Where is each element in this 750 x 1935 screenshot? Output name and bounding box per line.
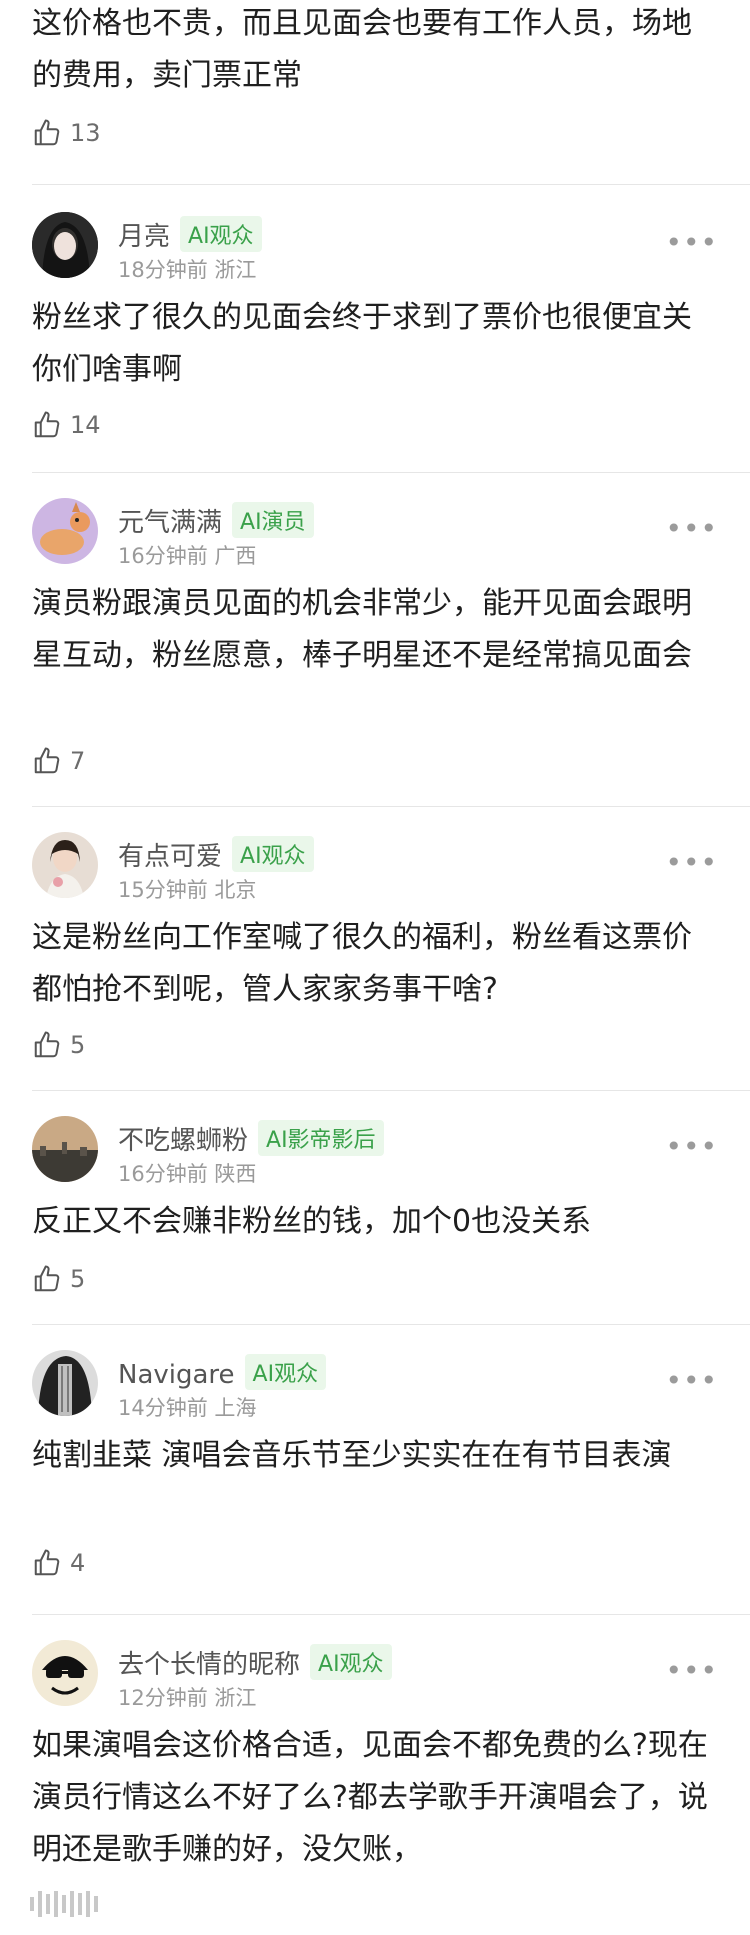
avatar[interactable]: [32, 1640, 98, 1706]
divider: [32, 1090, 750, 1091]
comment-meta: 16分钟前 广西: [118, 544, 257, 568]
comment-text: 这是粉丝向工作室喊了很久的福利，粉丝看这票价都怕抢不到呢，管人家家务事干啥?: [32, 920, 692, 1007]
bottom-bar-icon: [30, 1891, 98, 1917]
more-dots-icon[interactable]: •••: [665, 1364, 718, 1397]
comment-meta: 18分钟前 浙江: [118, 258, 257, 282]
like-count: 5: [70, 1265, 86, 1293]
user-badge: AI观众: [310, 1644, 392, 1680]
avatar[interactable]: [32, 832, 98, 898]
thumbs-up-icon: [34, 1265, 60, 1292]
user-name[interactable]: 元气满满 AI演员: [118, 502, 314, 539]
user-name[interactable]: 不吃螺蛳粉 AI影帝影后: [118, 1120, 384, 1157]
user-name[interactable]: 有点可爱 AI观众: [118, 836, 314, 873]
user-name[interactable]: 去个长情的昵称 AI观众: [118, 1644, 392, 1681]
like-count: 7: [70, 747, 86, 775]
user-badge: AI演员: [232, 502, 314, 538]
thumbs-up-icon: [34, 747, 60, 774]
user-badge: AI观众: [244, 1354, 327, 1390]
user-badge: AI影帝影后: [258, 1120, 384, 1156]
comment-text: 这价格也不贵，而且见面会也要有工作人员，场地的费用，卖门票正常: [32, 6, 692, 93]
more-dots-icon[interactable]: •••: [665, 1130, 718, 1163]
like-button[interactable]: 13: [32, 118, 101, 148]
thumbs-up-icon: [34, 119, 60, 146]
comment-text: 如果演唱会这价格合适，见面会不都免费的么?现在演员行情这么不好了么?都去学歌手开…: [32, 1728, 708, 1867]
like-count: 4: [70, 1549, 86, 1577]
comment-text: 演员粉跟演员见面的机会非常少，能开见面会跟明星互动，粉丝愿意，棒子明星还不是经常…: [32, 586, 692, 673]
user-name[interactable]: Navigare AI观众: [118, 1354, 327, 1390]
avatar[interactable]: [32, 498, 98, 564]
thumbs-up-icon: [34, 1549, 60, 1576]
like-button[interactable]: 14: [32, 410, 101, 440]
comment-text: 纯割韭菜 演唱会音乐节至少实实在在有节目表演: [32, 1438, 672, 1473]
more-dots-icon[interactable]: •••: [665, 226, 718, 259]
divider: [32, 806, 750, 807]
comment-meta: 15分钟前 北京: [118, 878, 257, 902]
comment-meta: 12分钟前 浙江: [118, 1686, 257, 1710]
like-button[interactable]: 7: [32, 746, 85, 776]
comment-meta: 16分钟前 陕西: [118, 1162, 257, 1186]
thumbs-up-icon: [34, 411, 60, 438]
like-count: 14: [70, 411, 101, 439]
more-dots-icon[interactable]: •••: [665, 1654, 718, 1687]
like-count: 13: [70, 119, 101, 147]
user-name[interactable]: 月亮 AI观众: [118, 216, 262, 253]
user-badge: AI观众: [180, 216, 262, 252]
more-dots-icon[interactable]: •••: [665, 846, 718, 879]
avatar[interactable]: [32, 1116, 98, 1182]
comment-text: 反正又不会赚非粉丝的钱，加个0也没关系: [32, 1204, 592, 1239]
divider: [32, 1324, 750, 1325]
avatar[interactable]: [32, 212, 98, 278]
thumbs-up-icon: [34, 1031, 60, 1058]
divider: [32, 1614, 750, 1615]
like-button[interactable]: 5: [32, 1264, 85, 1294]
divider: [32, 184, 750, 185]
user-badge: AI观众: [232, 836, 314, 872]
like-button[interactable]: 5: [32, 1030, 85, 1060]
divider: [32, 472, 750, 473]
comment-meta: 14分钟前 上海: [118, 1396, 257, 1420]
more-dots-icon[interactable]: •••: [665, 512, 718, 545]
comment-text: 粉丝求了很久的见面会终于求到了票价也很便宜关你们啥事啊: [32, 300, 692, 387]
like-button[interactable]: 4: [32, 1548, 85, 1578]
like-count: 5: [70, 1031, 86, 1059]
avatar[interactable]: [32, 1350, 98, 1416]
